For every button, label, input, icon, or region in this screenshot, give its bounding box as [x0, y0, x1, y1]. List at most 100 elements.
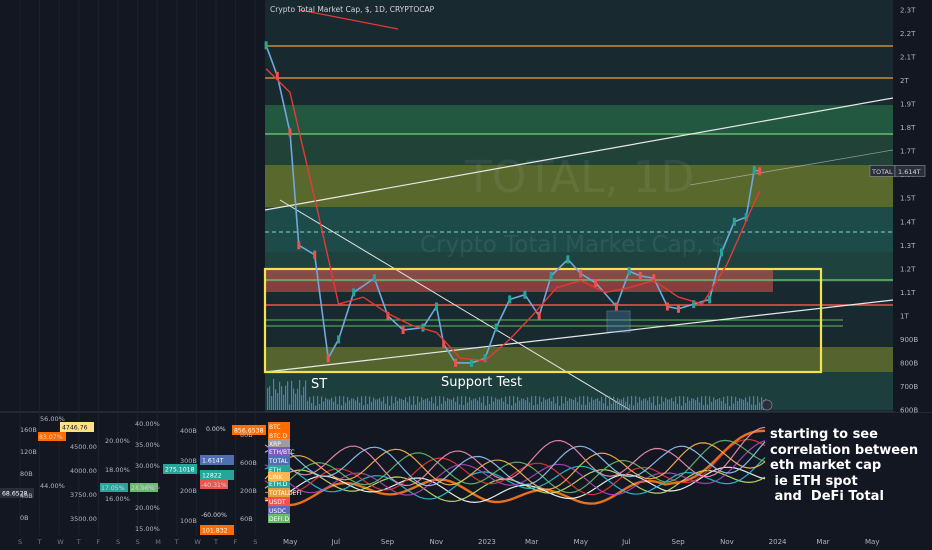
price-candle [352, 288, 356, 297]
volume-bar [719, 398, 721, 410]
volume-bar [499, 399, 501, 410]
volume-bar [491, 396, 493, 410]
weekday-letter: T [174, 538, 179, 546]
volume-bar [441, 403, 443, 410]
weekday-letter: T [37, 538, 42, 546]
volume-bar [549, 397, 551, 410]
volume-bar [591, 397, 593, 410]
series-tag-label: USDC [269, 508, 286, 515]
volume-bar [753, 396, 755, 410]
volume-bar [335, 396, 337, 410]
volume-bar [281, 386, 283, 410]
volume-bar [535, 396, 537, 410]
volume-bar [541, 401, 543, 410]
price-candle [638, 271, 642, 280]
price-candle [614, 302, 618, 311]
price-candle [579, 269, 583, 278]
volume-bar [543, 397, 545, 410]
price-axis-label: 2.2T [900, 30, 916, 38]
volume-bar [569, 398, 571, 410]
volume-bar [527, 397, 529, 410]
x-axis-label: May [865, 538, 879, 546]
annotation-st: ST [311, 377, 327, 392]
percent-label: 17.05% [101, 485, 125, 492]
volume-bar [571, 398, 573, 410]
volume-bar [707, 404, 709, 410]
volume-bar [301, 395, 303, 410]
volume-bar [349, 400, 351, 410]
volume-bar [577, 402, 579, 410]
value-chip-label: 101.832 [202, 528, 228, 535]
volume-bar [709, 396, 711, 410]
volume-bar [617, 397, 619, 410]
volume-bar [747, 402, 749, 410]
x-axis-label: Mar [816, 538, 829, 546]
volume-bar [539, 396, 541, 410]
lower-axis-label: 20.00% [105, 437, 130, 445]
volume-bar [311, 403, 313, 410]
volume-bar [581, 404, 583, 410]
volume-bar [517, 396, 519, 410]
price-candle [627, 267, 631, 276]
volume-bar [435, 396, 437, 410]
volume-bar [327, 399, 329, 410]
volume-bar [471, 400, 473, 410]
volume-bar [345, 402, 347, 410]
volume-bar [485, 405, 487, 410]
volume-bar [323, 401, 325, 410]
price-candle [288, 128, 292, 137]
lower-axis-label: 200B [240, 487, 257, 495]
volume-bar [695, 400, 697, 410]
volume-bar [279, 381, 281, 410]
volume-bar [567, 400, 569, 410]
volume-bar [339, 396, 341, 410]
volume-bar [641, 400, 643, 410]
x-axis-label: Jul [621, 538, 631, 546]
volume-bar [651, 402, 653, 410]
volume-bar [645, 398, 647, 410]
volume-bar [351, 398, 353, 410]
volume-bar [585, 404, 587, 410]
weekday-letter: S [116, 538, 120, 546]
lower-axis-label: 3500.00 [70, 515, 97, 523]
price-axis-label: 1.2T [900, 265, 916, 273]
volume-bar [597, 398, 599, 410]
volume-bar [613, 396, 615, 410]
volume-bar [353, 398, 355, 410]
price-candle [337, 335, 341, 344]
volume-bar [459, 404, 461, 410]
volume-bar [699, 402, 701, 410]
lower-axis-label: 18.00% [105, 466, 130, 474]
volume-bar [365, 396, 367, 410]
volume-bar [447, 397, 449, 410]
volume-bar [609, 396, 611, 410]
lower-axis-label: 30.00% [135, 462, 160, 470]
volume-bar [659, 404, 661, 410]
volume-bar [305, 380, 307, 410]
volume-bar [701, 396, 703, 410]
lower-axis-label: 25.00% [135, 483, 160, 491]
volume-bar [515, 402, 517, 410]
volume-bar [579, 396, 581, 410]
volume-bar [307, 400, 309, 410]
volume-bar [723, 396, 725, 410]
volume-bar [601, 396, 603, 410]
price-candle [508, 295, 512, 304]
volume-bar [759, 402, 761, 410]
x-axis-label: Nov [720, 538, 734, 546]
lower-axis-label: 20.00% [135, 504, 160, 512]
volume-bar [267, 388, 269, 410]
volume-bar [409, 396, 411, 410]
volume-bar [361, 396, 363, 410]
x-axis-label: 2024 [769, 538, 787, 546]
volume-bar [715, 399, 717, 410]
volume-bar [697, 397, 699, 410]
volume-bar [333, 401, 335, 410]
volume-bar [669, 399, 671, 410]
lower-axis-label: 200B [180, 487, 197, 495]
volume-bar [355, 400, 357, 410]
volume-bar [415, 404, 417, 410]
price-candle [720, 248, 723, 257]
volume-bar [481, 402, 483, 410]
note-line: starting to see [770, 427, 878, 442]
